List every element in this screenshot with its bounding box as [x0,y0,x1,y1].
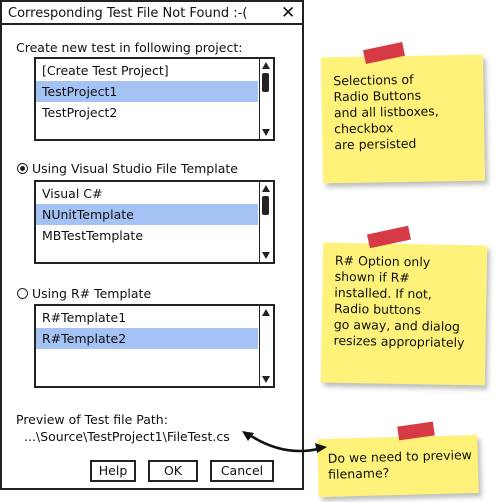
arrow-head-right-icon [315,443,327,453]
arrow-line [247,432,323,453]
connector-arrow [242,431,327,453]
